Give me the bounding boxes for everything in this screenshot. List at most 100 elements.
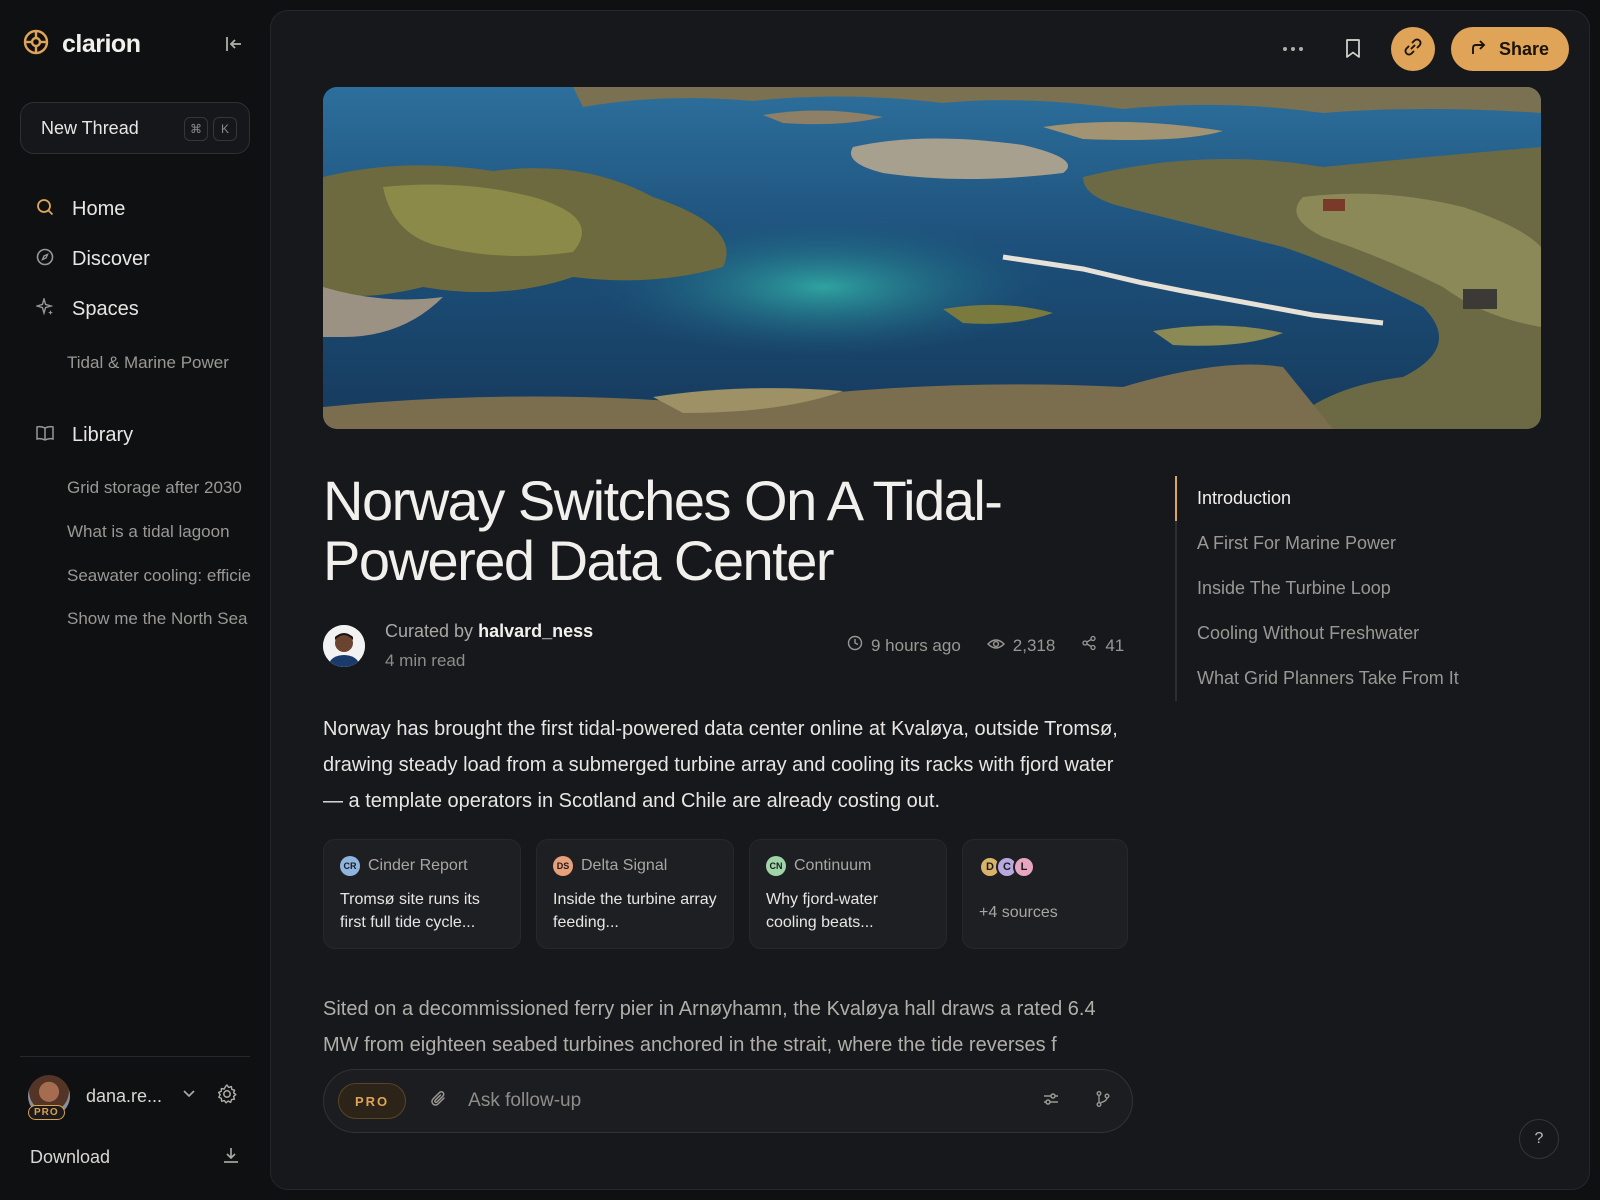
view-count: 2,318 [1012,635,1056,655]
clarion-logo-icon [22,28,50,61]
pro-toggle[interactable]: PRO [338,1083,407,1119]
shortcut-key: ⌘ [184,117,208,141]
article-meta: 9 hours ago 2,318 41 [847,635,1124,656]
nav-item-spaces[interactable]: Spaces [34,289,150,329]
user-name: dana.re... [86,1085,163,1106]
nav-label: Home [72,197,126,220]
sparkle-icon [34,296,54,321]
nav-item-home[interactable]: Home [36,189,150,229]
share-icon [1471,38,1489,61]
source-name: Delta Signal [581,857,668,874]
copy-link-button[interactable] [1390,27,1435,71]
sidebar: clarion New Thread ⌘ K Home Discover Spa… [0,0,270,1200]
source-favicon: CR [340,856,360,876]
toc-item[interactable]: What Grid Planners Take From It [1197,656,1459,701]
followup-bar: PRO [323,1069,1133,1133]
search-icon [36,198,54,221]
author-name[interactable]: halvard_ness [478,621,593,641]
more-options-icon[interactable] [1271,27,1315,71]
library-item[interactable]: Seawater cooling: efficiency [67,566,251,586]
new-thread-button[interactable]: New Thread ⌘ K [20,102,250,154]
source-snippet: Tromsø site runs its first full tide cyc… [340,891,480,931]
more-sources-card[interactable]: D C L +4 sources [962,839,1128,949]
brand[interactable]: clarion [22,28,141,61]
hero-image [323,87,1541,429]
bookmark-icon[interactable] [1331,27,1375,71]
source-name: Cinder Report [368,857,468,874]
eye-icon [986,636,1005,656]
source-favicon-stack: D C L [979,856,1111,878]
share-count: 41 [1105,635,1125,655]
toc-item[interactable]: Inside The Turbine Loop [1197,566,1459,611]
compass-icon [36,248,54,271]
nav-item-discover[interactable]: Discover [36,239,150,279]
shares-meta: 41 [1081,635,1124,656]
library-nav: Library [36,415,133,455]
toc-item[interactable]: Introduction [1175,476,1459,521]
ask-followup-input[interactable] [468,1090,989,1112]
curated-prefix: Curated by [385,621,474,641]
nav-label: Discover [72,247,150,270]
sidebar-divider [20,1056,250,1057]
views-meta: 2,318 [986,635,1056,656]
article-title: Norway Switches On A Tidal-Powered Data … [323,469,1003,592]
help-button[interactable]: ? [1519,1119,1559,1159]
source-card[interactable]: CN Continuum Why fjord-water cooling bea… [749,839,947,949]
new-thread-label: New Thread [41,117,139,138]
collapse-sidebar-icon[interactable] [222,32,246,56]
branch-icon[interactable] [1094,1090,1112,1113]
library-item[interactable]: What is a tidal lagoon [67,522,251,542]
table-of-contents: Introduction A First For Marine Power In… [1175,476,1459,701]
source-snippet: Inside the turbine array feeding... [553,891,717,931]
source-card[interactable]: DS Delta Signal Inside the turbine array… [536,839,734,949]
share-nodes-icon [1081,635,1097,656]
shortcut-key: K [213,117,237,141]
source-favicon: DS [553,856,573,876]
book-icon [36,424,54,447]
source-favicon: L [1013,856,1035,878]
link-icon [1403,37,1423,62]
article-toolbar: Share [1271,27,1569,71]
library-item[interactable]: Grid storage after 2030 [67,478,251,498]
share-label: Share [1498,38,1549,59]
brand-name: clarion [62,30,141,58]
author-avatar[interactable] [323,625,365,667]
pro-badge: PRO [28,1105,65,1120]
sliders-icon[interactable] [1042,1090,1060,1113]
source-header: DS Delta Signal [553,856,717,876]
source-card[interactable]: CR Cinder Report Tromsø site runs its fi… [323,839,521,949]
time-ago: 9 hours ago [871,635,961,655]
nav-label: Library [72,423,134,446]
avatar: PRO [28,1075,70,1120]
source-snippet: Why fjord-water cooling beats... [766,891,879,931]
source-favicon: CN [766,856,786,876]
space-item[interactable]: Tidal & Marine Power [67,353,251,373]
source-header: CN Continuum [766,856,930,876]
main-panel: Share Norway Switches On A Tidal-Powered… [270,10,1590,1190]
more-sources-label: +4 sources [979,904,1058,921]
share-button[interactable]: Share [1450,27,1569,71]
download-icon [222,1146,240,1169]
time-meta: 9 hours ago [847,635,961,656]
gear-icon[interactable] [216,1083,238,1110]
library-item[interactable]: Show me the North Sea [67,609,251,629]
paperclip-icon[interactable] [430,1090,448,1113]
source-header: CR Cinder Report [340,856,504,876]
chevron-down-icon[interactable] [182,1086,196,1105]
download-button[interactable]: Download [30,1142,240,1172]
read-time: 4 min read [385,651,466,670]
followup-tools [1042,1090,1112,1113]
toc-item[interactable]: A First For Marine Power [1197,521,1459,566]
shortcut-keys: ⌘ K [184,117,237,141]
toc-item[interactable]: Cooling Without Freshwater [1197,611,1459,656]
clock-icon [847,635,863,656]
source-name: Continuum [794,857,872,874]
source-cards: CR Cinder Report Tromsø site runs its fi… [323,839,1128,949]
nav-item-library[interactable]: Library [36,415,133,455]
main-nav: Home Discover Spaces [34,189,150,329]
article-lede: Norway has brought the first tidal-power… [323,718,1118,812]
download-label: Download [30,1146,111,1167]
curated-by: Curated by halvard_ness [385,621,593,642]
user-menu[interactable]: PRO dana.re... [28,1072,250,1120]
nav-label: Spaces [72,297,139,320]
